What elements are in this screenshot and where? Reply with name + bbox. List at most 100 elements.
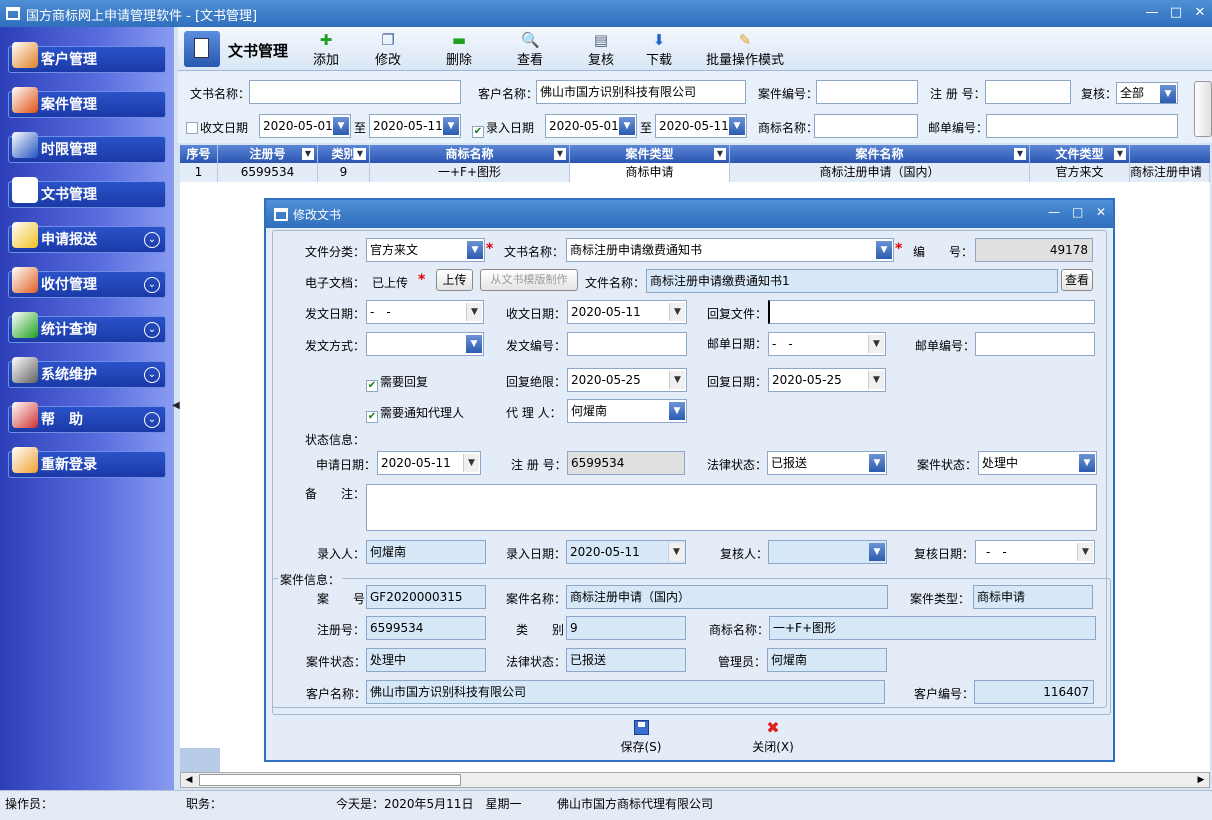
sidebar-item-0[interactable]: 客户管理 bbox=[8, 42, 166, 73]
mail-no-input[interactable] bbox=[986, 114, 1178, 138]
reply-file-input[interactable] bbox=[768, 300, 1095, 324]
reg-no-input[interactable] bbox=[985, 80, 1071, 104]
sidebar-item-7[interactable]: 系统维护 ⌄ bbox=[8, 357, 166, 388]
minimize-button[interactable]: — bbox=[1140, 4, 1164, 22]
from-template-button[interactable]: 从文书模版制作 bbox=[480, 269, 578, 291]
apply-date-picker[interactable]: 2020-05-11 ▼ bbox=[377, 451, 481, 475]
toolbar-button-0[interactable]: ✚ 添加 bbox=[298, 29, 354, 69]
send-no-input[interactable] bbox=[567, 332, 687, 356]
sidebar-item-8[interactable]: 帮 助 ⌄ bbox=[8, 402, 166, 433]
sidebar-item-2[interactable]: 时限管理 bbox=[8, 132, 166, 163]
agent-select[interactable]: 何燿南 ▼ bbox=[567, 399, 687, 423]
col-case-type[interactable]: 案件类型 ▼ bbox=[570, 145, 730, 163]
table-row[interactable]: 1 6599534 9 一+F+图形 商标申请 商标注册申请（国内） 官方来文 … bbox=[180, 163, 1210, 182]
filter-dropdown-icon[interactable]: ▼ bbox=[714, 148, 726, 160]
toolbar-button-label: 复核 bbox=[587, 53, 614, 68]
sidebar-item-3[interactable]: 文书管理 bbox=[8, 177, 166, 208]
case-state-label: 案件状态： bbox=[917, 458, 978, 472]
chevron-down-icon[interactable]: ⌄ bbox=[144, 412, 160, 428]
sidebar-item-1[interactable]: 案件管理 bbox=[8, 87, 166, 118]
dialog-maximize-button[interactable]: □ bbox=[1072, 205, 1083, 219]
close-button[interactable]: ✕ bbox=[1188, 4, 1212, 22]
case-no-input[interactable] bbox=[816, 80, 918, 104]
filter-dropdown-icon[interactable]: ▼ bbox=[354, 148, 366, 160]
upload-button[interactable]: 上传 bbox=[436, 269, 473, 291]
send-way-select[interactable]: ▼ bbox=[366, 332, 484, 356]
horizontal-scrollbar[interactable]: ◀ ▶ bbox=[180, 772, 1210, 788]
toolbar-button-2[interactable]: ▬ 删除 bbox=[431, 29, 487, 69]
chevron-down-icon[interactable]: ⌄ bbox=[144, 322, 160, 338]
reply-date-picker[interactable]: 2020-05-25 ▼ bbox=[768, 368, 886, 392]
toolbar-button-5[interactable]: ⬇ 下载 bbox=[631, 29, 687, 69]
need-reply-checkbox[interactable]: ✔ 需要回复 bbox=[366, 373, 428, 392]
filter-dropdown-icon[interactable]: ▼ bbox=[1014, 148, 1026, 160]
chevron-down-icon: ▼ bbox=[1160, 85, 1176, 103]
sidebar-item-6[interactable]: 统计查询 ⌄ bbox=[8, 312, 166, 343]
chevron-down-icon[interactable]: ⌄ bbox=[144, 367, 160, 383]
reviewer-select[interactable]: ▼ bbox=[768, 540, 887, 564]
chevron-down-icon[interactable]: ⌄ bbox=[144, 277, 160, 293]
col-reg-no[interactable]: 注册号 ▼ bbox=[218, 145, 318, 163]
toolbar-button-6[interactable]: ✎ 批量操作模式 bbox=[702, 29, 788, 69]
doc-name-label: 文书名称： bbox=[190, 87, 251, 101]
search-button[interactable] bbox=[1194, 81, 1212, 137]
sidebar-item-4[interactable]: 申请报送 ⌄ bbox=[8, 222, 166, 253]
view-file-button[interactable]: 查看 bbox=[1061, 269, 1093, 291]
dialog-minimize-button[interactable]: — bbox=[1048, 205, 1060, 219]
review-date-picker[interactable]: - - ▼ bbox=[975, 540, 1095, 564]
legal-status-value: 已报送 bbox=[771, 456, 808, 470]
close-dialog-button[interactable]: ✖ 关闭(X) bbox=[738, 720, 808, 756]
col-class[interactable]: 类别 ▼ bbox=[318, 145, 370, 163]
collapse-handle[interactable]: ◀ bbox=[172, 400, 180, 411]
case-state-select[interactable]: 处理中 ▼ bbox=[978, 451, 1097, 475]
recv-date-picker[interactable]: 2020-05-11 ▼ bbox=[567, 300, 687, 324]
doc-name-input[interactable] bbox=[249, 80, 461, 104]
scroll-thumb[interactable] bbox=[199, 774, 461, 786]
maximize-button[interactable]: □ bbox=[1164, 4, 1188, 22]
file-cat-select[interactable]: 官方来文 ▼ bbox=[366, 238, 485, 262]
recv-to-input[interactable]: 2020-05-11 ▼ bbox=[369, 114, 461, 138]
entry-date-check[interactable]: ✔ 录入日期 bbox=[472, 119, 534, 138]
scroll-left-icon[interactable]: ◀ bbox=[181, 773, 197, 787]
client-input[interactable]: 佛山市国方识别科技有限公司 bbox=[536, 80, 746, 104]
send-date-picker[interactable]: - - ▼ bbox=[366, 300, 484, 324]
tm-field: 一+F+图形 bbox=[769, 616, 1096, 640]
need-notify-checkbox[interactable]: ✔ 需要通知代理人 bbox=[366, 404, 464, 423]
cstate-label: 案件状态： bbox=[306, 655, 367, 669]
entry-to-input[interactable]: 2020-05-11 ▼ bbox=[655, 114, 747, 138]
checkmark-icon: ✔ bbox=[366, 380, 378, 392]
chevron-down-icon[interactable]: ⌄ bbox=[144, 232, 160, 248]
doc-name-select[interactable]: 商标注册申请缴费通知书 ▼ bbox=[566, 238, 894, 262]
col-file-type[interactable]: 文件类型 ▼ bbox=[1030, 145, 1130, 163]
grid-header: 序号 注册号 ▼ 类别 ▼ 商标名称 ▼ 案件类型 ▼ 案件名称 ▼ 文件类型 ▼ bbox=[180, 145, 1210, 163]
checkmark-icon: ✔ bbox=[366, 411, 378, 423]
sidebar-item-5[interactable]: 收付管理 ⌄ bbox=[8, 267, 166, 298]
filter-dropdown-icon[interactable]: ▼ bbox=[302, 148, 314, 160]
entry-from-input[interactable]: 2020-05-01 ▼ bbox=[545, 114, 637, 138]
toolbar-button-3[interactable]: 🔍 查看 bbox=[502, 29, 558, 69]
save-button[interactable]: 保存(S) bbox=[606, 720, 676, 756]
toolbar-button-4[interactable]: ▤ 复核 bbox=[573, 29, 629, 69]
col-index[interactable]: 序号 bbox=[180, 145, 218, 163]
reply-deadline-picker[interactable]: 2020-05-25 ▼ bbox=[567, 368, 687, 392]
toolbar-button-1[interactable]: ❐ 修改 bbox=[360, 29, 416, 69]
tm-name-input[interactable] bbox=[814, 114, 918, 138]
mail-no-label: 邮单编号： bbox=[915, 339, 976, 353]
app-titlebar: 国方商标网上申请管理软件 - [文书管理] — □ ✕ bbox=[0, 0, 1212, 27]
legal-status-select[interactable]: 已报送 ▼ bbox=[767, 451, 887, 475]
dialog-close-button[interactable]: ✕ bbox=[1096, 205, 1106, 219]
col-case-name[interactable]: 案件名称 ▼ bbox=[730, 145, 1030, 163]
remark-textarea[interactable] bbox=[366, 484, 1097, 531]
review-select[interactable]: 全部 ▼ bbox=[1116, 82, 1178, 104]
sidebar-item-9[interactable]: 重新登录 bbox=[8, 447, 166, 478]
entry-date-picker[interactable]: 2020-05-11 ▼ bbox=[566, 540, 686, 564]
recv-from-input[interactable]: 2020-05-01 ▼ bbox=[259, 114, 351, 138]
col-tm-name[interactable]: 商标名称 ▼ bbox=[370, 145, 570, 163]
mail-date-picker[interactable]: - - ▼ bbox=[768, 332, 886, 356]
mail-no-input[interactable] bbox=[975, 332, 1095, 356]
filter-dropdown-icon[interactable]: ▼ bbox=[1114, 148, 1126, 160]
scroll-right-icon[interactable]: ▶ bbox=[1193, 773, 1209, 787]
send-no-label: 发文编号： bbox=[506, 339, 567, 353]
recv-date-check[interactable]: 收文日期 bbox=[186, 119, 248, 136]
filter-dropdown-icon[interactable]: ▼ bbox=[554, 148, 566, 160]
